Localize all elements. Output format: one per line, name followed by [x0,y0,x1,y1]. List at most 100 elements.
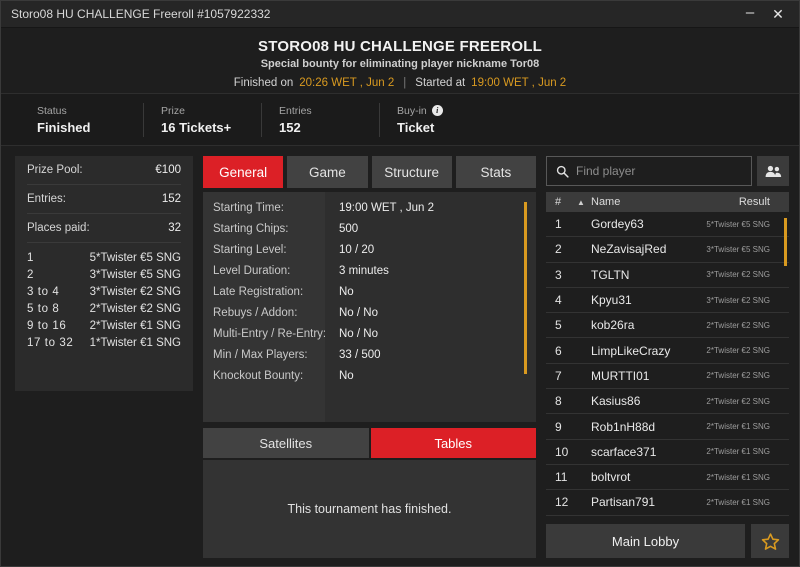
entries-value: 152 [161,193,181,205]
player-result: 2*Twister €1 SNG [706,472,770,482]
general-value: 500 [339,223,359,235]
table-row[interactable]: 1 Gordey63 5*Twister €5 SNG [546,212,789,238]
prize-column: Prize Pool: €100 Entries: 152 Places pai… [15,156,193,558]
player-rank: 11 [555,470,568,485]
subtab-satellites[interactable]: Satellites [203,428,369,458]
player-result: 2*Twister €2 SNG [706,320,770,330]
search-input[interactable] [576,164,742,178]
finished-label: Finished on [233,77,294,89]
main-lobby-button[interactable]: Main Lobby [546,524,745,558]
player-result: 3*Twister €2 SNG [706,295,770,305]
stat-prize-label: Prize [161,104,185,117]
search-row [546,156,789,186]
player-rank: 8 [555,394,562,409]
stat-entries-value: 152 [279,119,301,135]
player-name: MURTTI01 [591,368,650,383]
table-row[interactable]: 7 MURTTI01 2*Twister €2 SNG [546,364,789,390]
stat-prize-value: 16 Tickets+ [161,119,232,135]
tab-game[interactable]: Game [287,156,368,188]
places-paid-row: Places paid: 32 [27,214,181,243]
player-rank: 7 [555,368,562,383]
player-list[interactable]: 1 Gordey63 5*Twister €5 SNG 2 NeZavisajR… [546,212,789,517]
player-name: boltvrot [591,470,631,485]
search-box[interactable] [546,156,752,186]
tab-stats[interactable]: Stats [455,156,536,188]
stat-prize: Prize 16 Tickets+ [143,102,261,137]
table-row[interactable]: 6 LimpLikeCrazy 2*Twister €2 SNG [546,338,789,364]
close-icon[interactable]: ✕ [771,7,785,21]
table-row[interactable]: 2 NeZavisajRed 3*Twister €5 SNG [546,237,789,263]
table-row[interactable]: 8 Kasius86 2*Twister €2 SNG [546,389,789,415]
prize-pool-label: Prize Pool: [27,164,83,176]
prize-pool-card: Prize Pool: €100 Entries: 152 Places pai… [15,156,193,391]
payout-place: 17 to 32 [27,337,74,349]
general-scrollbar[interactable] [524,202,527,374]
general-value: No [339,370,354,382]
player-rank: 2 [555,242,562,257]
time-separator: | [403,77,407,89]
player-rank: 10 [555,444,569,459]
payout-prize: 3*Twister €2 SNG [89,286,181,298]
general-values: 19:00 WET , Jun 2 500 10 / 20 3 minutes … [325,192,536,422]
payout-place: 9 to 16 [27,320,67,332]
stat-status: Status Finished [15,103,143,137]
tab-structure[interactable]: Structure [371,156,452,188]
general-panel: Starting Time: Starting Chips: Starting … [203,192,536,422]
table-row[interactable]: 4 Kpyu31 3*Twister €2 SNG [546,288,789,314]
col-header-name[interactable]: Name [591,196,739,208]
player-list-scrollbar[interactable] [784,218,787,266]
subtab-tables[interactable]: Tables [370,428,536,458]
general-label: Late Registration: [213,286,304,298]
player-name: Kpyu31 [591,293,632,308]
player-name: Partisan791 [591,495,656,510]
minimize-icon[interactable]: – [743,5,757,20]
payout-prize: 2*Twister €1 SNG [89,320,181,332]
tournament-lobby-window: Storo08 HU CHALLENGE Freeroll #105792233… [0,0,800,567]
tab-general[interactable]: General [203,156,284,188]
table-row[interactable]: 10 scarface371 2*Twister €1 SNG [546,440,789,465]
status-strip: Status Finished Prize 16 Tickets+ Entrie… [1,94,799,146]
general-value: 33 / 500 [339,349,381,361]
general-value: No / No [339,328,378,340]
table-row[interactable]: 3 TGLTN 3*Twister €2 SNG [546,263,789,288]
table-row[interactable]: 5 kob26ra 2*Twister €2 SNG [546,313,789,339]
payout-prize: 2*Twister €2 SNG [89,303,181,315]
sort-ascending-icon[interactable]: ▲ [577,198,591,207]
payout-item: 17 to 32 1*Twister €1 SNG [27,335,181,352]
player-name: LimpLikeCrazy [591,343,671,358]
player-name: Rob1nH88d [591,419,656,434]
star-icon [761,532,779,550]
payout-place: 3 to 4 [27,286,60,298]
main-body: Prize Pool: €100 Entries: 152 Places pai… [1,146,799,566]
player-rank: 5 [555,318,562,333]
payout-item: 1 5*Twister €5 SNG [27,250,181,267]
player-rank: 12 [555,495,569,510]
table-row[interactable]: 9 Rob1nH88d 2*Twister €1 SNG [546,414,789,440]
player-result: 2*Twister €1 SNG [706,422,770,432]
player-rank: 4 [555,293,562,308]
player-name: NeZavisajRed [591,242,667,257]
stat-status-value: Finished [37,119,91,135]
info-icon[interactable]: i [431,105,443,116]
player-result: 2*Twister €1 SNG [706,447,770,457]
finished-time: 20:26 WET , Jun 2 [299,77,395,89]
player-name: kob26ra [591,318,635,333]
col-header-result[interactable]: Result [739,196,780,208]
started-time: 19:00 WET , Jun 2 [471,77,567,89]
stat-entries-label: Entries [279,104,312,117]
table-row[interactable]: 13 JamCV 2*Twister €1 SNG [546,516,789,517]
search-icon [556,165,569,178]
player-rank: 9 [555,419,562,434]
favorite-button[interactable] [751,524,789,558]
table-row[interactable]: 12 Partisan791 2*Twister €1 SNG [546,490,789,516]
people-icon [765,165,781,177]
player-result: 2*Twister €1 SNG [706,497,770,507]
player-rank: 3 [555,267,562,282]
table-row[interactable]: 11 boltvrot 2*Twister €1 SNG [546,465,789,491]
general-labels: Starting Time: Starting Chips: Starting … [203,192,326,422]
players-toggle-button[interactable] [757,156,789,186]
general-label: Starting Chips: [213,223,289,235]
tables-panel: This tournament has finished. [203,460,536,558]
payout-item: 2 3*Twister €5 SNG [27,267,181,284]
col-header-num[interactable]: # [555,196,577,208]
